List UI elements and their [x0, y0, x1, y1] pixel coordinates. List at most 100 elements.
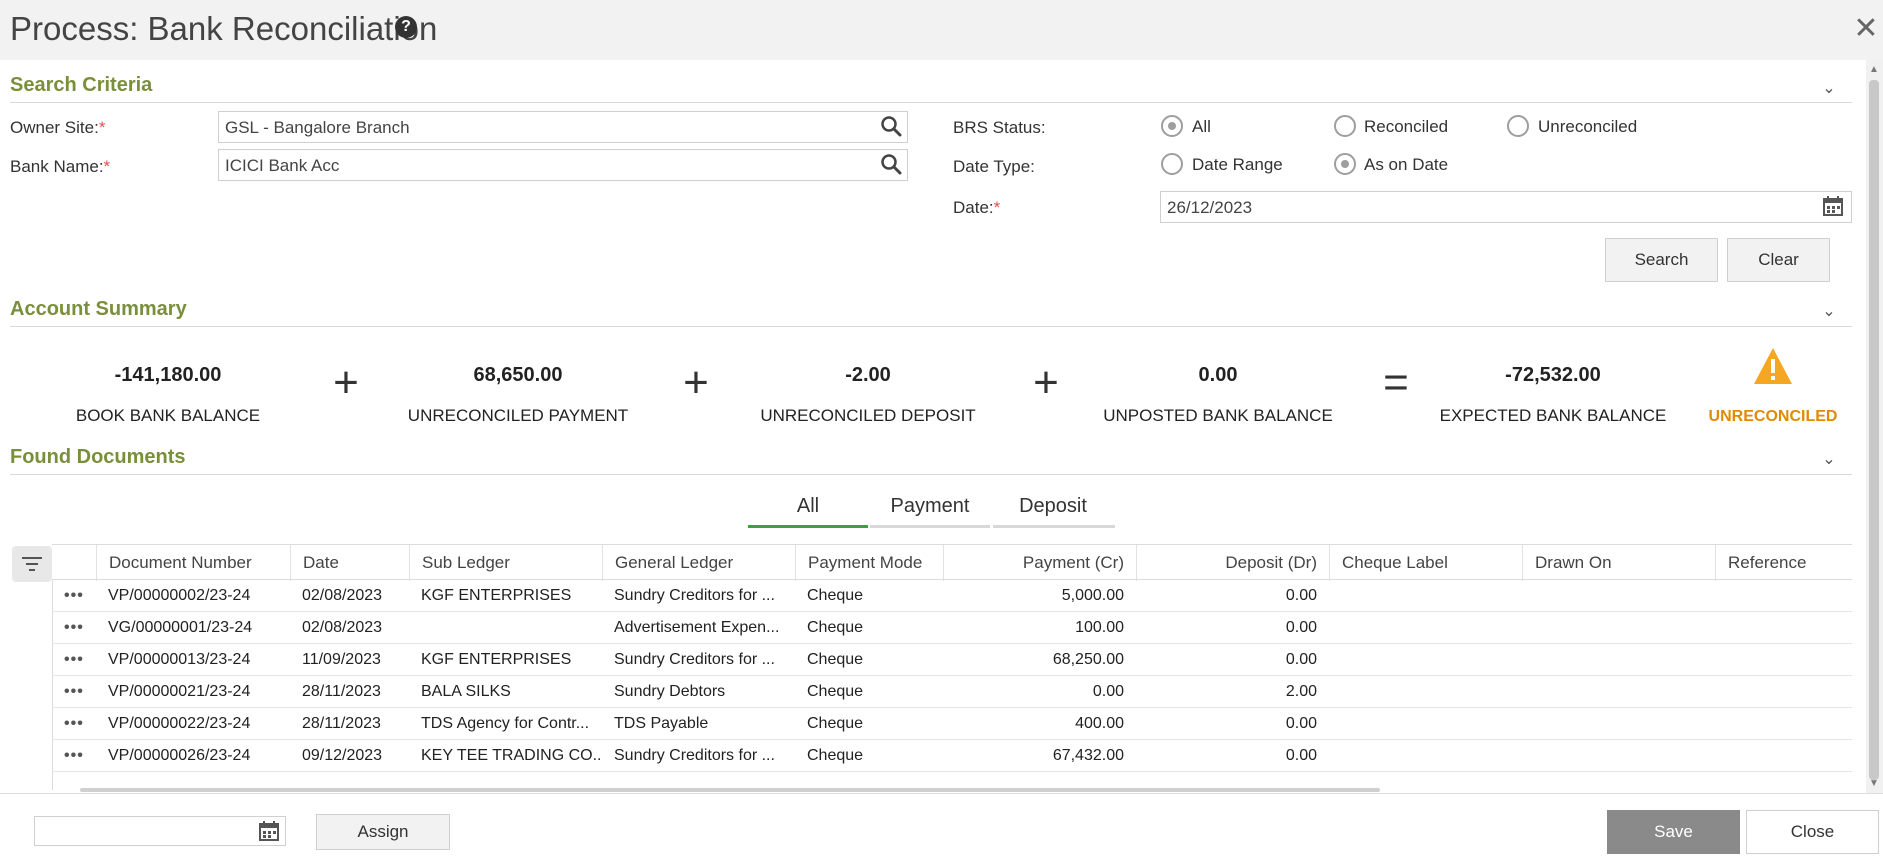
row-menu-icon[interactable]: •••: [52, 612, 96, 644]
radio-date-range[interactable]: [1161, 153, 1183, 175]
row-menu-icon[interactable]: •••: [52, 676, 96, 708]
equals-operator: =: [1383, 358, 1409, 407]
cell-sub-ledger: KGF ENTERPRISES: [421, 587, 572, 604]
bank-name-input[interactable]: ICICI Bank Acc: [218, 149, 908, 181]
column-header[interactable]: Cheque Label: [1329, 545, 1522, 581]
column-header[interactable]: Payment (Cr): [943, 545, 1136, 581]
search-icon[interactable]: [880, 153, 902, 175]
cell-payment: 5,000.00: [1061, 587, 1124, 604]
cell-date: 09/12/2023: [302, 747, 383, 764]
section-divider: [10, 102, 1852, 103]
cell-deposit: 0.00: [1285, 715, 1317, 732]
horizontal-scrollbar[interactable]: [80, 788, 1380, 792]
cell-payment: 400.00: [1075, 715, 1124, 732]
column-header[interactable]: Drawn On: [1522, 545, 1715, 581]
row-menu-icon[interactable]: •••: [52, 580, 96, 612]
book-bank-balance-value: -141,180.00: [114, 364, 222, 386]
cell-date: 02/08/2023: [302, 587, 383, 604]
unreconciled-deposit-label: UNRECONCILED DEPOSIT: [760, 406, 976, 425]
close-button[interactable]: Close: [1746, 810, 1879, 854]
table-row[interactable]: ••• VP/00000002/23-24 02/08/2023 KGF ENT…: [52, 580, 1852, 612]
column-header[interactable]: Payment Mode: [795, 545, 943, 581]
question-circle-icon[interactable]: ?: [395, 16, 417, 38]
cell-sub-ledger: KEY TEE TRADING CO...: [421, 747, 602, 764]
cell-document-number: VG/00000001/23-24: [108, 619, 253, 636]
row-menu-icon[interactable]: •••: [52, 708, 96, 740]
tab-indicator: [870, 525, 990, 528]
scroll-thumb[interactable]: [1869, 80, 1879, 780]
column-header[interactable]: Date: [290, 545, 409, 581]
calendar-icon[interactable]: [258, 820, 280, 842]
column-header[interactable]: Document Number: [96, 545, 290, 581]
grid-filter-button[interactable]: [12, 546, 52, 582]
cell-general-ledger: Sundry Creditors for ...: [614, 747, 775, 764]
table-row[interactable]: ••• VP/00000026/23-24 09/12/2023 KEY TEE…: [52, 740, 1852, 772]
date-label: Date:*: [953, 198, 1001, 217]
row-menu-icon[interactable]: •••: [52, 644, 96, 676]
chevron-down-icon[interactable]: ⌄: [1820, 449, 1838, 468]
section-divider: [10, 474, 1852, 475]
row-menu-icon[interactable]: •••: [52, 740, 96, 772]
cell-general-ledger: TDS Payable: [614, 715, 709, 732]
unposted-bank-balance-value: 0.00: [1198, 364, 1238, 386]
cell-sub-ledger: KGF ENTERPRISES: [421, 651, 572, 668]
plus-operator: +: [333, 358, 359, 407]
cell-document-number: VP/00000022/23-24: [108, 715, 251, 732]
cell-deposit: 0.00: [1285, 619, 1317, 636]
cell-payment-mode: Cheque: [807, 683, 864, 700]
cell-document-number: VP/00000002/23-24: [108, 587, 251, 604]
table-row[interactable]: ••• VP/00000021/23-24 28/11/2023 BALA SI…: [52, 676, 1852, 708]
column-header[interactable]: Sub Ledger: [409, 545, 602, 581]
column-header[interactable]: General Ledger: [602, 545, 795, 581]
table-row[interactable]: ••• VP/00000022/23-24 28/11/2023 TDS Age…: [52, 708, 1852, 740]
cell-date: 02/08/2023: [302, 619, 383, 636]
tab-all[interactable]: All: [748, 488, 868, 524]
save-button[interactable]: Save: [1607, 810, 1740, 854]
table-row[interactable]: ••• VG/00000001/23-24 02/08/2023 Adverti…: [52, 612, 1852, 644]
section-divider: [10, 326, 1852, 327]
search-button[interactable]: Search: [1605, 238, 1718, 282]
cell-payment-mode: Cheque: [807, 747, 864, 764]
unreconciled-deposit-value: -2.00: [845, 364, 891, 386]
cell-payment-mode: Cheque: [807, 651, 864, 668]
search-icon[interactable]: [880, 115, 902, 137]
brs-status-label: BRS Status:: [953, 118, 1046, 137]
found-documents-title: Found Documents: [10, 446, 186, 468]
cell-deposit: 2.00: [1285, 683, 1317, 700]
radio-label: As on Date: [1364, 155, 1449, 174]
grid-header: Document Number Date Sub Ledger General …: [52, 544, 1852, 581]
assign-date-input[interactable]: [34, 816, 286, 846]
unposted-bank-balance-label: UNPOSTED BANK BALANCE: [1103, 406, 1333, 425]
scroll-up-icon[interactable]: ▲: [1869, 64, 1879, 75]
radio-brs-reconciled[interactable]: [1334, 115, 1356, 137]
chevron-down-icon[interactable]: ⌄: [1820, 78, 1838, 97]
cell-date: 28/11/2023: [302, 715, 381, 732]
radio-label: Reconciled: [1364, 117, 1449, 136]
plus-operator: +: [1033, 358, 1059, 407]
tab-payment[interactable]: Payment: [870, 488, 990, 524]
radio-as-on-date[interactable]: [1334, 153, 1356, 175]
chevron-down-icon[interactable]: ⌄: [1820, 301, 1838, 320]
owner-site-label: Owner Site:*: [10, 118, 106, 137]
cell-date: 11/09/2023: [302, 651, 381, 668]
page-title: Process: Bank Reconciliation: [10, 10, 438, 47]
column-header[interactable]: Deposit (Dr): [1136, 545, 1329, 581]
scroll-down-icon[interactable]: ▼: [1869, 778, 1879, 789]
active-tab-indicator: [748, 525, 868, 528]
cell-sub-ledger: TDS Agency for Contr...: [421, 715, 590, 732]
clear-button[interactable]: Clear: [1727, 238, 1830, 282]
owner-site-input[interactable]: GSL - Bangalore Branch: [218, 111, 908, 143]
radio-brs-all[interactable]: [1161, 115, 1183, 137]
assign-button[interactable]: Assign: [316, 814, 450, 850]
date-input[interactable]: 26/12/2023: [1160, 191, 1852, 223]
cell-date: 28/11/2023: [302, 683, 381, 700]
calendar-icon[interactable]: [1822, 195, 1844, 217]
column-header[interactable]: Reference: [1715, 545, 1852, 581]
table-row[interactable]: ••• VP/00000013/23-24 11/09/2023 KGF ENT…: [52, 644, 1852, 676]
date-type-label: Date Type:: [953, 157, 1035, 176]
radio-label: Unreconciled: [1538, 117, 1638, 136]
expected-bank-balance-value: -72,532.00: [1505, 364, 1601, 386]
close-icon[interactable]: ✕: [1852, 14, 1880, 44]
tab-deposit[interactable]: Deposit: [993, 488, 1113, 524]
radio-brs-unreconciled[interactable]: [1507, 115, 1529, 137]
